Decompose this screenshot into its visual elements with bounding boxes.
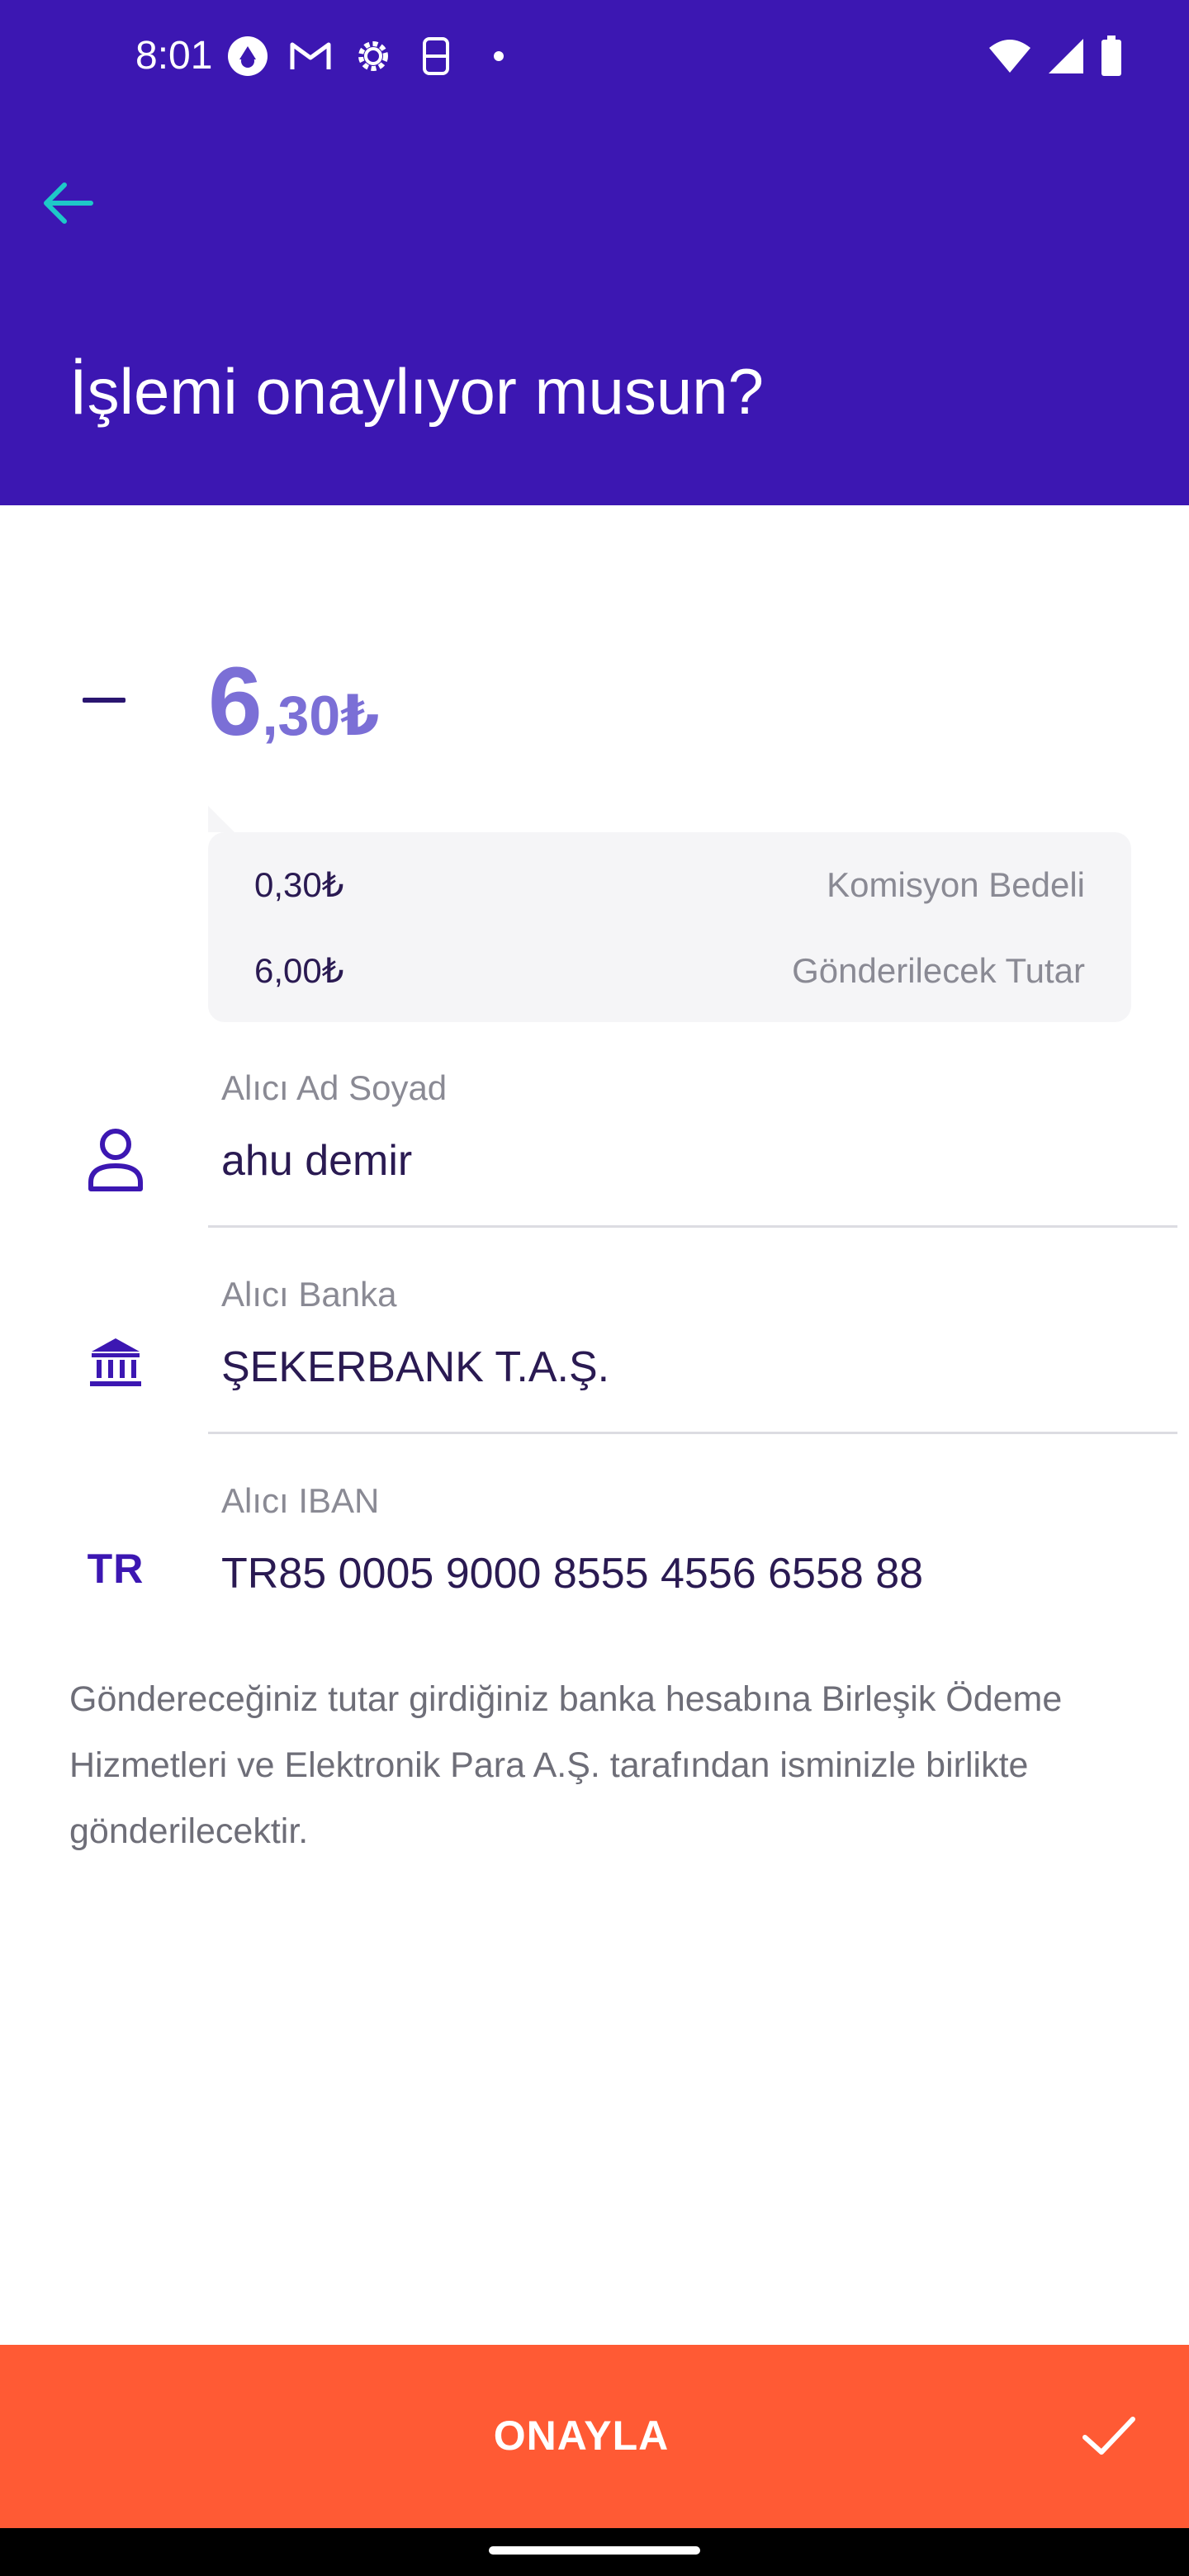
commission-row: 0,30₺ Komisyon Bedeli bbox=[254, 862, 1085, 908]
minus-sign bbox=[83, 698, 126, 703]
send-amount-value: 6,00₺ bbox=[254, 951, 344, 990]
recipient-iban-field: TR Alıcı IBAN TR85 0005 9000 8555 4556 6… bbox=[0, 1470, 1189, 1676]
person-icon bbox=[83, 1126, 149, 1192]
battery-icon bbox=[1100, 35, 1123, 81]
confirm-button[interactable]: ONAYLA bbox=[0, 2345, 1189, 2528]
dot-icon bbox=[476, 33, 522, 79]
country-code-icon: TR bbox=[83, 1536, 149, 1602]
send-amount-row: 6,00₺ Gönderilecek Tutar bbox=[254, 948, 1085, 994]
iban-country-code: TR bbox=[87, 1546, 144, 1592]
send-amount-label: Gönderilecek Tutar bbox=[792, 951, 1085, 990]
recipient-name-field: Alıcı Ad Soyad ahu demir bbox=[0, 1057, 1189, 1263]
status-time: 8:01 bbox=[135, 34, 213, 78]
amount: 6,30₺ bbox=[208, 644, 379, 774]
home-gesture-handle[interactable] bbox=[489, 2546, 700, 2555]
breakdown-card: 0,30₺ Komisyon Bedeli 6,00₺ Gönderilecek… bbox=[208, 832, 1131, 1022]
system-status-icons bbox=[988, 33, 1123, 83]
recipient-bank-value: ŞEKERBANK T.A.Ş. bbox=[221, 1343, 610, 1391]
recipient-bank-field: Alıcı Banka ŞEKERBANK T.A.Ş. bbox=[0, 1263, 1189, 1470]
amount-decimal: ,30₺ bbox=[262, 684, 380, 747]
system-nav-bar bbox=[0, 2528, 1189, 2576]
screen: 8:01 İşlemi onaylıyor musun? 6,30₺ 0,30₺… bbox=[0, 0, 1189, 2576]
gmail-icon bbox=[287, 33, 334, 79]
commission-label: Komisyon Bedeli bbox=[827, 865, 1085, 904]
divider bbox=[208, 1432, 1177, 1434]
recipient-iban-label: Alıcı IBAN bbox=[221, 1481, 380, 1520]
storage-icon bbox=[413, 33, 459, 79]
header: 8:01 İşlemi onaylıyor musun? bbox=[0, 0, 1189, 505]
signal-icon bbox=[1047, 37, 1085, 79]
notification-icons bbox=[225, 30, 522, 83]
recipient-iban-value: TR85 0005 9000 8555 4556 6558 88 bbox=[221, 1550, 924, 1598]
page-title: İşlemi onaylıyor musun? bbox=[69, 355, 765, 428]
bank-icon bbox=[83, 1329, 149, 1395]
app-notification-icon bbox=[225, 33, 271, 79]
back-button[interactable] bbox=[36, 172, 99, 234]
arrow-left-icon bbox=[44, 182, 93, 224]
breakdown-notch bbox=[208, 806, 234, 832]
settings-icon bbox=[350, 33, 396, 79]
info-text: Göndereceğiniz tutar girdiğiniz banka he… bbox=[69, 1679, 1063, 1851]
amount-integer: 6 bbox=[208, 647, 263, 756]
check-icon bbox=[1082, 2417, 1135, 2455]
confirm-label: ONAYLA bbox=[493, 2413, 670, 2459]
recipient-name-value: ahu demir bbox=[221, 1137, 413, 1185]
divider bbox=[208, 1225, 1177, 1228]
recipient-name-label: Alıcı Ad Soyad bbox=[221, 1068, 448, 1107]
commission-value: 0,30₺ bbox=[254, 865, 344, 904]
recipient-bank-label: Alıcı Banka bbox=[221, 1275, 397, 1314]
wifi-icon bbox=[988, 38, 1032, 78]
status-bar: 8:01 bbox=[0, 0, 1189, 116]
